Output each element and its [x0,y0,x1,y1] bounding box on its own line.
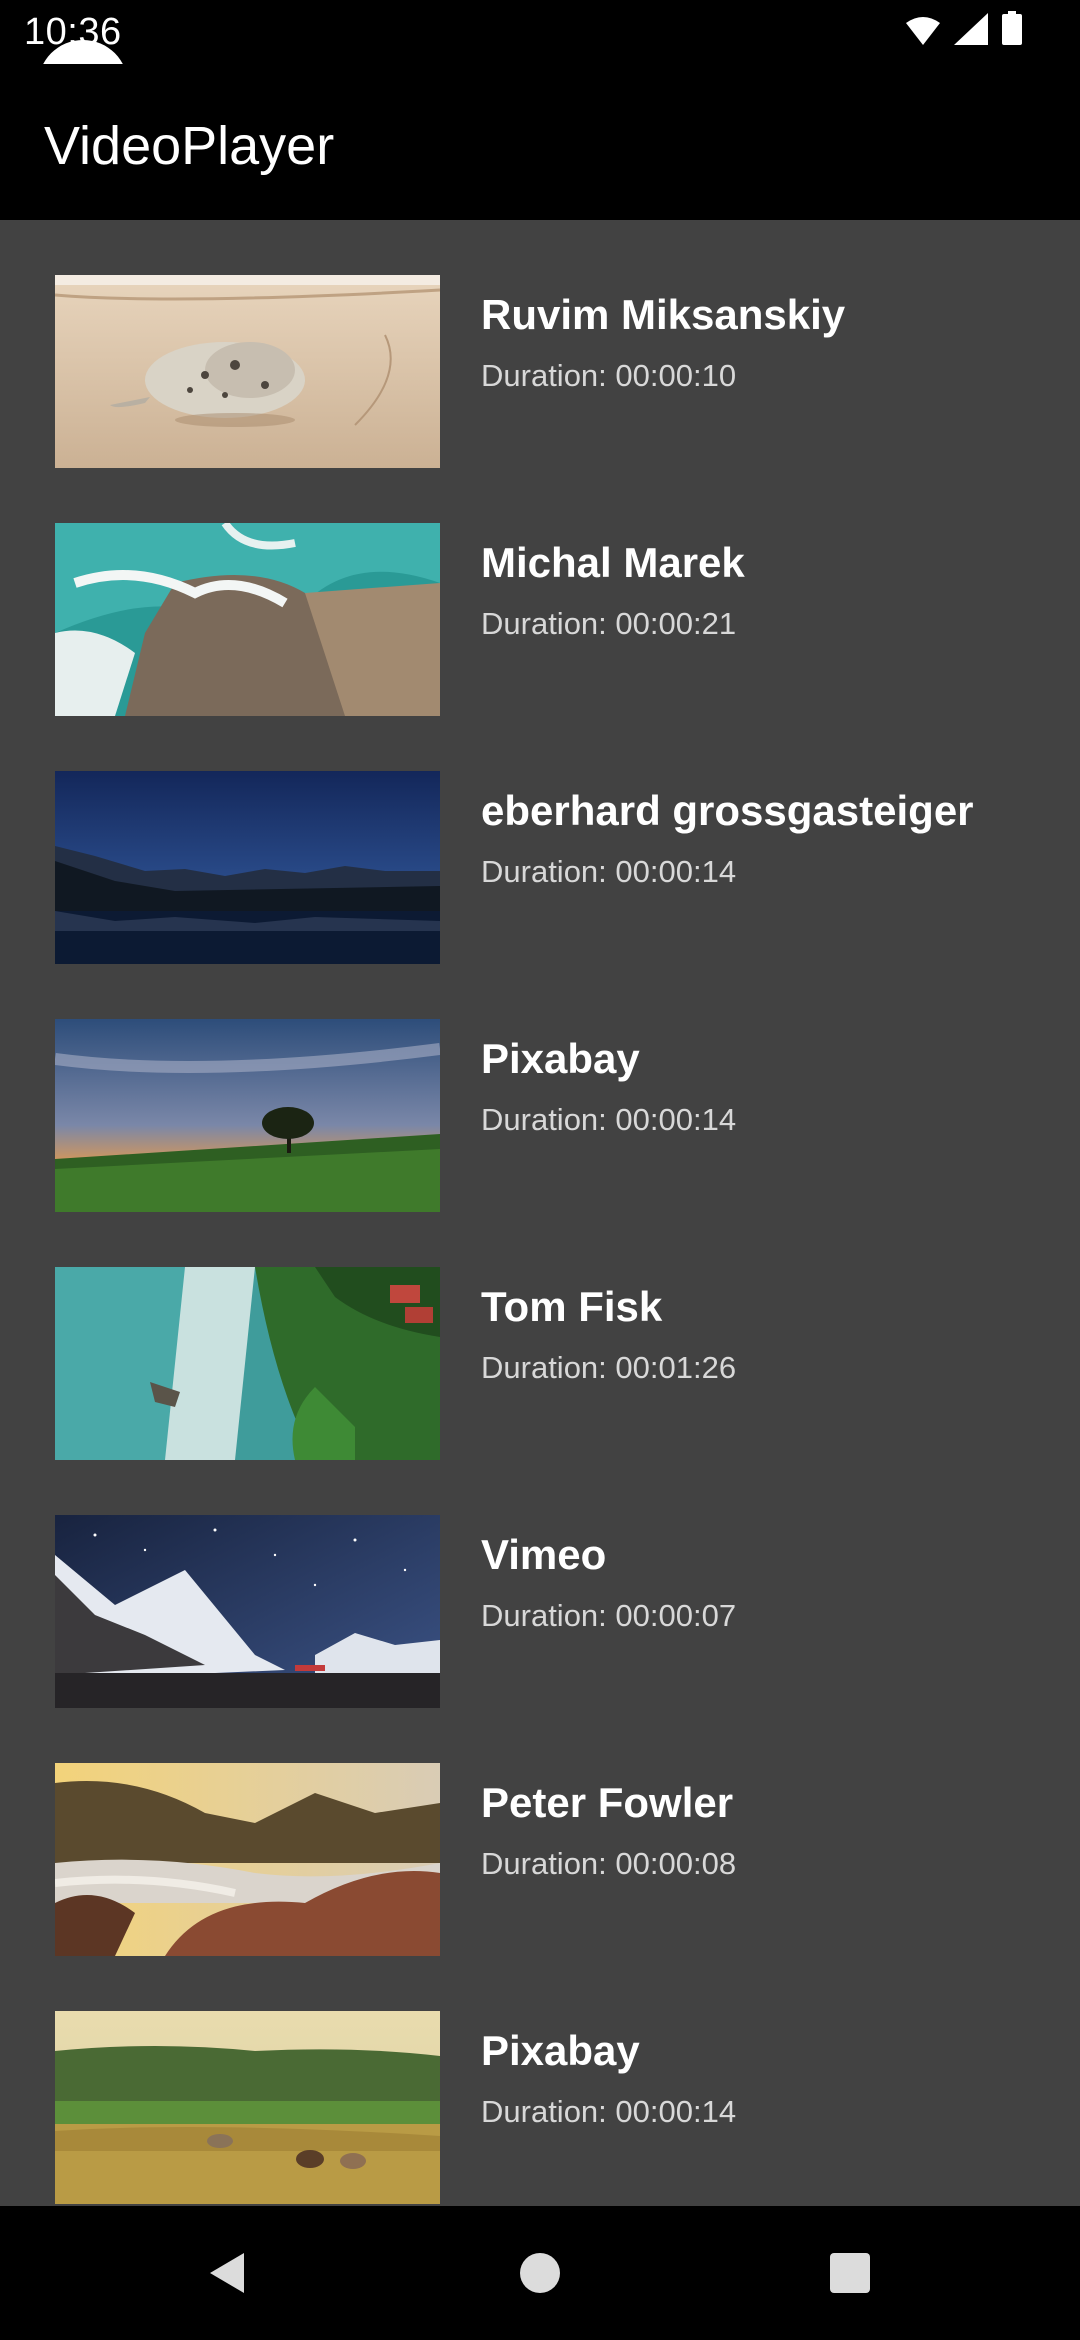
status-icons [906,11,1022,50]
video-list-item[interactable]: Peter Fowler Duration: 00:00:08 [0,1708,1080,1956]
video-thumbnail[interactable] [55,523,440,716]
wifi-icon [906,17,940,50]
home-icon[interactable] [495,2228,585,2318]
video-title: Ruvim Miksanskiy [481,291,846,338]
status-bar: 10:36 [0,0,1080,64]
back-icon[interactable] [181,2228,271,2318]
video-list-item[interactable]: Michal Marek Duration: 00:00:21 [0,468,1080,716]
video-title: Pixabay [481,2027,640,2074]
video-thumbnail[interactable] [55,1763,440,1956]
video-title: eberhard grossgasteiger [481,787,974,834]
video-list-item[interactable]: Tom Fisk Duration: 00:01:26 [0,1212,1080,1460]
video-list-container[interactable]: Ruvim Miksanskiy Duration: 00:00:10 Mich… [0,220,1080,2206]
video-thumbnail[interactable] [55,1019,440,1212]
video-title: Vimeo [481,1531,607,1578]
navigation-bar [0,2206,1080,2340]
video-thumbnail[interactable] [55,1515,440,1708]
video-duration: Duration: 00:00:14 [481,854,737,889]
video-thumbnail[interactable] [55,275,440,468]
cell-signal-icon [954,13,988,50]
video-list-item[interactable]: Pixabay Duration: 00:00:14 [0,964,1080,1212]
video-duration: Duration: 00:00:10 [481,358,737,393]
app-bar: VideoPlayer [0,64,1080,220]
video-duration: Duration: 00:01:26 [481,1350,737,1385]
video-title: Michal Marek [481,539,745,586]
video-duration: Duration: 00:00:14 [481,1102,737,1137]
video-thumbnail[interactable] [55,2011,440,2204]
video-list-item[interactable]: eberhard grossgasteiger Duration: 00:00:… [0,716,1080,964]
app-title: VideoPlayer [44,116,335,176]
video-title: Peter Fowler [481,1779,734,1826]
video-thumbnail[interactable] [55,1267,440,1460]
video-thumbnail[interactable] [55,771,440,964]
video-duration: Duration: 00:00:21 [481,606,737,641]
video-title: Tom Fisk [481,1283,663,1330]
video-duration: Duration: 00:00:07 [481,1598,737,1633]
video-duration: Duration: 00:00:14 [481,2094,737,2129]
battery-icon [1002,11,1022,50]
phone-screen: 10:36 VideoPlayer Ruvim Miksanskiy Durat… [0,0,1080,2340]
video-list-item[interactable]: Pixabay Duration: 00:00:14 [0,1956,1080,2204]
video-list-item[interactable]: Vimeo Duration: 00:00:07 [0,1460,1080,1708]
video-duration: Duration: 00:00:08 [481,1846,737,1881]
video-title: Pixabay [481,1035,640,1082]
video-list-item[interactable]: Ruvim Miksanskiy Duration: 00:00:10 [0,220,1080,468]
recents-icon[interactable] [805,2228,895,2318]
